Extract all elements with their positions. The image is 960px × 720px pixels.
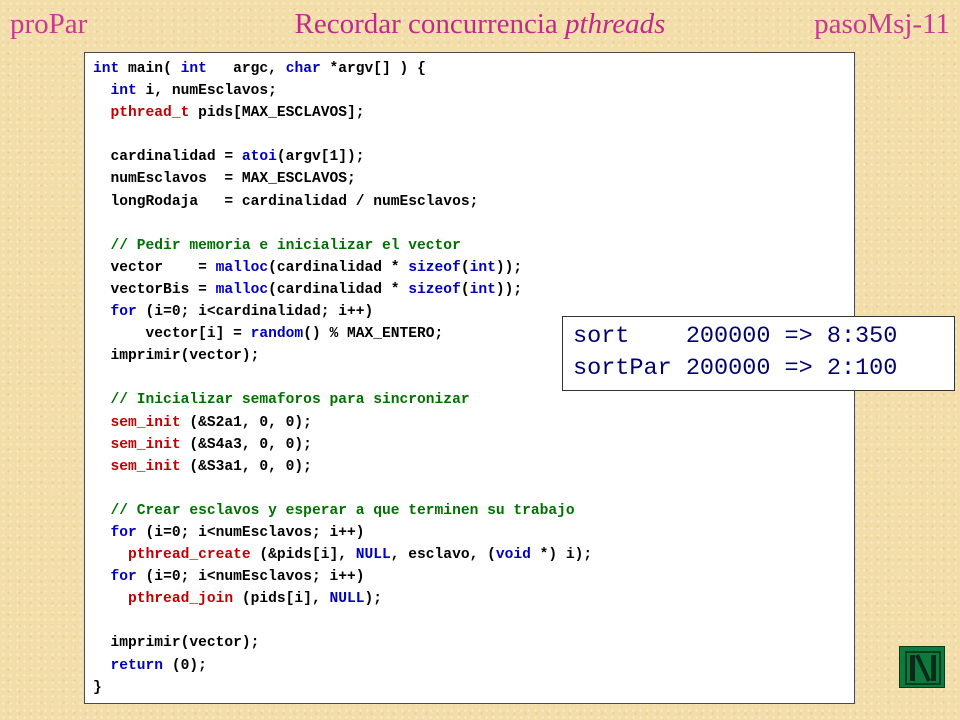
slide-title-italic: pthreads: [565, 8, 666, 40]
code-line: longRodaja = cardinalidad / numEsclavos;: [93, 193, 479, 210]
code-line: sem_init (&S3a1, 0, 0);: [110, 458, 312, 475]
navigation-bars-icon: [905, 651, 941, 685]
timing-result-sortpar: sortPar 200000 => 2:100: [573, 355, 898, 382]
timing-result-sort: sort 200000 => 8:350: [573, 323, 898, 350]
code-line: sem_init (&S2a1, 0, 0);: [110, 414, 312, 431]
code-comment: // Crear esclavos y esperar a que termin…: [93, 502, 575, 519]
code-line: }: [93, 679, 102, 696]
code-line: pthread_t pids[MAX_ESCLAVOS];: [110, 105, 365, 122]
code-line: int i, numEsclavos;: [110, 83, 277, 100]
code-listing: int main( int argc, char *argv[] ) { int…: [93, 58, 592, 699]
slide-title-plain: Recordar concurrencia: [294, 8, 566, 40]
code-line: pthread_join (pids[i], NULL);: [128, 591, 383, 608]
code-line: vector[i] = random() % MAX_ENTERO;: [93, 326, 444, 343]
header-slide-id: pasoMsj-11: [814, 8, 950, 40]
code-line: vector = malloc(cardinalidad * sizeof(in…: [93, 259, 523, 276]
code-line: for (i=0; i<numEsclavos; i++): [110, 569, 365, 586]
code-line: for (i=0; i<cardinalidad; i++): [110, 304, 374, 321]
timing-results-box: sort 200000 => 8:350 sortPar 200000 => 2…: [562, 316, 955, 391]
code-line: cardinalidad = atoi(argv[1]);: [93, 149, 365, 166]
code-line: numEsclavos = MAX_ESCLAVOS;: [93, 171, 356, 188]
code-line: for (i=0; i<numEsclavos; i++): [110, 524, 365, 541]
code-line: imprimir(vector);: [93, 635, 260, 652]
slide-header: proPar Recordar concurrencia pthreads pa…: [0, 0, 960, 48]
code-comment: // Pedir memoria e inicializar el vector: [93, 237, 461, 254]
code-comment: // Inicializar semaforos para sincroniza…: [93, 392, 470, 409]
code-line: vectorBis = malloc(cardinalidad * sizeof…: [93, 281, 523, 298]
code-line: sem_init (&S4a3, 0, 0);: [110, 436, 312, 453]
code-line: int main( int argc, char *argv[] ) {: [93, 61, 426, 77]
code-line: pthread_create (&pids[i], NULL, esclavo,…: [128, 547, 593, 564]
code-line: return (0);: [110, 657, 207, 674]
code-line: imprimir(vector);: [93, 348, 260, 365]
navigation-button[interactable]: [899, 646, 945, 688]
